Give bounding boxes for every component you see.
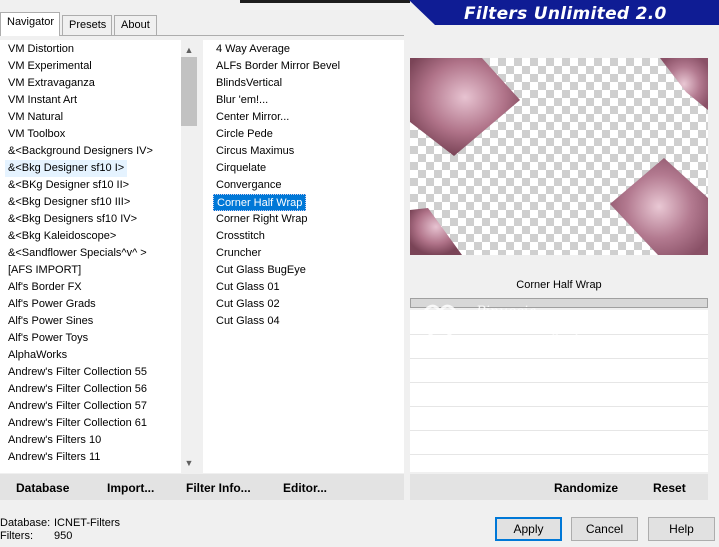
database-value: ICNET-Filters [54,517,120,529]
filter-item[interactable]: Blur 'em!... [213,92,271,109]
category-item[interactable]: &<Bkg Designer sf10 III> [5,194,133,211]
tab-about[interactable]: About [114,15,157,35]
watermark-name: Pinuccia [476,304,537,320]
filter-info-button[interactable]: Filter Info... [186,481,251,495]
editor-button[interactable]: Editor... [283,481,327,495]
category-item[interactable]: Andrew's Filter Collection 55 [5,364,150,381]
category-item[interactable]: Andrew's Filter Collection 57 [5,398,150,415]
category-item[interactable]: Andrew's Filters 11 [5,449,103,466]
category-item[interactable]: [AFS IMPORT] [5,262,84,279]
filter-item[interactable]: Cirquelate [213,160,269,177]
top-border-strip [240,0,410,3]
watermark: Pinuccia www.maldiregrafica.eu [420,300,690,360]
filter-item[interactable]: Circus Maximus [213,143,297,160]
category-item[interactable]: &<BKg Designer sf10 II> [5,177,132,194]
category-item[interactable]: Alf's Border FX [5,279,85,296]
help-button[interactable]: Help [648,517,715,541]
filter-item[interactable]: Corner Half Wrap [213,194,307,211]
row-divider [410,454,708,455]
cancel-button[interactable]: Cancel [571,517,638,541]
category-item[interactable]: Andrew's Filter Collection 56 [5,381,150,398]
preview-shape-bottomright [610,158,708,255]
filter-item[interactable]: Corner Right Wrap [213,211,311,228]
filter-item[interactable]: Cut Glass 02 [213,296,283,313]
filter-item[interactable]: Crosstitch [213,228,268,245]
category-item[interactable]: &<Background Designers IV> [5,143,156,160]
filter-item[interactable]: 4 Way Average [213,41,293,58]
preview-shapes [410,58,708,255]
category-list[interactable]: VM Distortion VM Experimental VM Extravaga… [0,40,181,473]
filter-item[interactable]: Cut Glass 04 [213,313,283,330]
filters-count-label: Filters: [0,530,33,542]
filter-item[interactable]: Cut Glass BugEye [213,262,309,279]
category-item[interactable]: &<Bkg Designer sf10 I> [5,160,128,177]
filter-item[interactable]: Circle Pede [213,126,276,143]
preview-image [410,58,708,255]
filter-item[interactable]: BlindsVertical [213,75,285,92]
tab-navigator[interactable]: Navigator [0,12,60,36]
filters-count-value: 950 [54,530,73,542]
preview-shape-topright [660,58,708,110]
scroll-down-icon[interactable]: ▼ [181,455,197,471]
scroll-up-icon[interactable]: ▲ [181,42,197,58]
filter-item[interactable]: ALFs Border Mirror Bevel [213,58,343,75]
preview-shape-topleft [410,58,520,156]
row-divider [410,382,708,383]
filter-item[interactable]: Center Mirror... [213,109,292,126]
filter-item[interactable]: Cut Glass 01 [213,279,283,296]
filter-list[interactable]: 4 Way Average ALFs Border Mirror Bevel Bli… [203,40,404,473]
category-item[interactable]: &<Sandflower Specials^v^ > [5,245,150,262]
database-button[interactable]: Database [16,481,69,495]
category-item[interactable]: &<Bkg Kaleidoscope> [5,228,119,245]
watermark-heart-icon [421,304,459,346]
randomize-button[interactable]: Randomize [554,481,618,495]
filter-item[interactable]: Convergance [213,177,284,194]
category-scrollbar-thumb[interactable] [181,57,197,126]
preview-shape-bottomleft [410,208,462,255]
category-item[interactable]: VM Natural [5,109,66,126]
database-label: Database: [0,517,51,529]
category-item[interactable]: Alf's Power Toys [5,330,91,347]
category-item[interactable]: Andrew's Filter Collection 61 [5,415,150,432]
category-item[interactable]: &<Bkg Designers sf10 IV> [5,211,140,228]
category-item[interactable]: VM Experimental [5,58,95,75]
reset-button[interactable]: Reset [653,481,686,495]
filter-item[interactable]: Cruncher [213,245,264,262]
category-item[interactable]: VM Instant Art [5,92,80,109]
tab-divider [0,35,404,36]
category-item[interactable]: Alf's Power Grads [5,296,99,313]
tab-presets[interactable]: Presets [62,15,112,35]
row-divider [410,430,708,431]
apply-button[interactable]: Apply [495,517,562,541]
row-divider [410,406,708,407]
category-item[interactable]: Andrew's Filters 10 [5,432,104,449]
watermark-url: www.maldiregrafica.eu [460,322,624,337]
category-item[interactable]: AlphaWorks [5,347,70,364]
selected-filter-name: Corner Half Wrap [516,279,602,291]
category-item[interactable]: VM Toolbox [5,126,68,143]
category-item[interactable]: VM Extravaganza [5,75,98,92]
category-item[interactable]: VM Distortion [5,41,77,58]
category-item[interactable]: Alf's Power Sines [5,313,96,330]
import-button[interactable]: Import... [107,481,154,495]
app-title: Filters Unlimited 2.0 [464,4,667,24]
